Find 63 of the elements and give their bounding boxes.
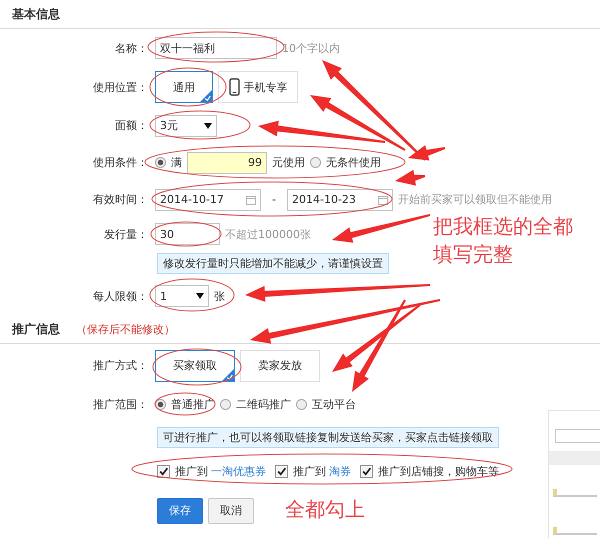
field-label: 推广方式：	[92, 358, 148, 373]
hint-text: 开始前买家可以领取但不能使用	[398, 192, 552, 207]
field-label: 每人限领：	[92, 288, 148, 304]
selected-corner-icon	[222, 368, 234, 380]
quantity-field[interactable]: 30	[155, 223, 220, 245]
link[interactable]: 淘券	[329, 464, 351, 478]
calendar-icon	[378, 194, 388, 204]
radio-label: 互动平台	[312, 397, 356, 412]
limit-dropdown[interactable]: 1	[155, 285, 209, 307]
save-button[interactable]: 保存	[157, 498, 203, 524]
phone-icon	[228, 78, 240, 96]
hint-text: 10个字以内	[282, 40, 340, 56]
checkbox[interactable]	[275, 464, 288, 478]
field-label: 推广范围：	[92, 397, 148, 412]
option-button[interactable]: 通用	[155, 71, 213, 103]
link[interactable]: 一淘优惠券	[211, 464, 266, 478]
option-button[interactable]: 卖家发放	[240, 350, 320, 382]
option-button[interactable]: 买家领取	[155, 350, 235, 382]
checkbox[interactable]	[360, 464, 373, 478]
selected-corner-icon	[200, 90, 212, 102]
radio-label: 满	[171, 155, 182, 170]
notice-text: 修改发行量时只能增加不能减少，请谨慎设置	[157, 253, 389, 274]
end-date-field[interactable]: 2014-10-23	[286, 188, 393, 210]
checkbox[interactable]	[157, 464, 170, 478]
option-button[interactable]: 手机专享	[218, 71, 298, 103]
field-label: 名称：	[114, 40, 148, 56]
radio-label: 二维码推广	[236, 397, 291, 412]
field-label: 面额：	[114, 118, 148, 133]
annotation-ellipse	[150, 222, 222, 246]
radio-button[interactable]	[310, 157, 321, 168]
name-field[interactable]: 双十一福利	[155, 37, 277, 59]
unit-text: 元使用	[272, 155, 305, 170]
amount-dropdown[interactable]: 3元	[155, 114, 217, 136]
annotation-text: 全都勾上	[285, 496, 365, 523]
cancel-button[interactable]: 取消	[208, 498, 254, 524]
warning-text: （保存后不能修改）	[76, 322, 175, 336]
field-label: 有效时间：	[92, 192, 148, 207]
panel-graphic	[553, 489, 597, 497]
radio-label: 无条件使用	[326, 155, 381, 170]
radio-button[interactable]	[296, 399, 307, 410]
section-title: 推广信息	[12, 320, 60, 338]
radio-button[interactable]	[155, 157, 166, 168]
radio-label: 普通推广	[171, 397, 215, 412]
section-title: 基本信息	[12, 6, 60, 22]
field-label: 使用条件：	[92, 155, 148, 170]
date-separator: -	[272, 193, 276, 206]
checkbox-label: 推广到	[175, 464, 208, 478]
notice-text: 可进行推广，也可以将领取链接复制发送给买家，买家点击链接领取	[157, 427, 499, 448]
annotation-text: 把我框选的全都填写完整	[433, 213, 574, 268]
field-label: 发行量：	[103, 226, 148, 242]
calendar-icon	[246, 194, 256, 204]
checkbox-label: 推广到	[293, 464, 326, 478]
annotation-ellipse	[154, 392, 216, 416]
checkbox-label: 推广到店铺搜，购物车等	[378, 464, 499, 478]
panel-field	[555, 429, 600, 443]
panel-graphic	[553, 527, 597, 535]
start-date-field[interactable]: 2014-10-17	[155, 188, 261, 210]
field-label: 使用位置：	[92, 80, 148, 94]
unit-text: 张	[214, 288, 225, 304]
threshold-field[interactable]: 99	[187, 152, 267, 174]
hint-text: 不超过100000张	[225, 226, 311, 242]
annotation-arrow	[395, 170, 426, 186]
radio-button[interactable]	[220, 399, 231, 410]
